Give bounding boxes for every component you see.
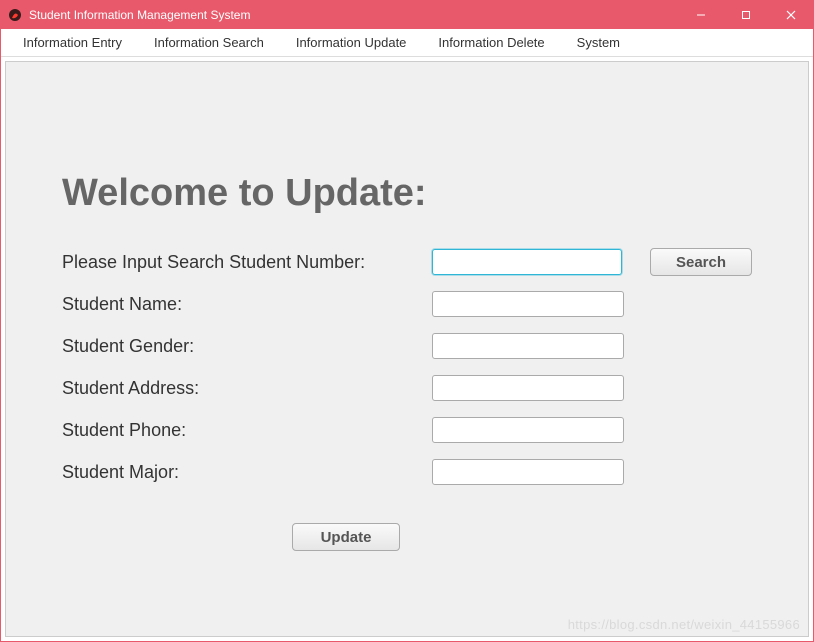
student-name-label: Student Name: <box>62 294 432 315</box>
content-area: Welcome to Update: Please Input Search S… <box>5 61 809 637</box>
update-button[interactable]: Update <box>292 523 400 551</box>
window-controls <box>678 1 813 29</box>
menu-information-update[interactable]: Information Update <box>280 30 423 55</box>
student-gender-row: Student Gender: <box>62 331 752 361</box>
student-name-row: Student Name: <box>62 289 752 319</box>
app-icon <box>7 7 23 23</box>
student-gender-label: Student Gender: <box>62 336 432 357</box>
window-title: Student Information Management System <box>29 8 250 22</box>
search-button[interactable]: Search <box>650 248 752 276</box>
menu-information-delete[interactable]: Information Delete <box>422 30 560 55</box>
student-phone-label: Student Phone: <box>62 420 432 441</box>
menu-system[interactable]: System <box>561 30 636 55</box>
student-name-input[interactable] <box>432 291 624 317</box>
minimize-button[interactable] <box>678 1 723 29</box>
page-title: Welcome to Update: <box>62 172 752 215</box>
search-row: Please Input Search Student Number: Sear… <box>62 247 752 277</box>
menu-information-search[interactable]: Information Search <box>138 30 280 55</box>
student-major-row: Student Major: <box>62 457 752 487</box>
menu-information-entry[interactable]: Information Entry <box>7 30 138 55</box>
search-label: Please Input Search Student Number: <box>62 252 432 273</box>
maximize-button[interactable] <box>723 1 768 29</box>
student-major-label: Student Major: <box>62 462 432 483</box>
update-row: Update <box>62 523 752 551</box>
student-phone-input[interactable] <box>432 417 624 443</box>
student-major-input[interactable] <box>432 459 624 485</box>
menubar: Information Entry Information Search Inf… <box>1 29 813 57</box>
student-gender-input[interactable] <box>432 333 624 359</box>
student-number-input[interactable] <box>432 249 622 275</box>
student-address-input[interactable] <box>432 375 624 401</box>
watermark: https://blog.csdn.net/weixin_44155966 <box>568 617 800 632</box>
student-address-label: Student Address: <box>62 378 432 399</box>
app-window: Student Information Management System In… <box>0 0 814 642</box>
student-address-row: Student Address: <box>62 373 752 403</box>
student-phone-row: Student Phone: <box>62 415 752 445</box>
titlebar: Student Information Management System <box>1 1 813 29</box>
close-button[interactable] <box>768 1 813 29</box>
